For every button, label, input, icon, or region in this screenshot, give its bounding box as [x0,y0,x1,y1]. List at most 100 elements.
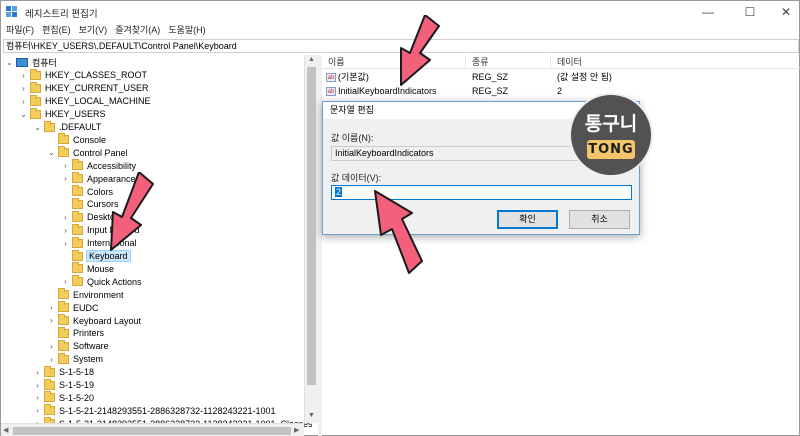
tree-item[interactable]: Mouse [61,262,114,275]
window-title: 레지스트리 편집기 [25,9,98,20]
tree-item-label: S-1-5-20 [59,392,95,403]
tree-item[interactable]: › HKEY_CLASSES_ROOT [19,68,148,82]
folder-icon [72,172,83,184]
tree-item-label: 컴퓨터 [32,58,57,68]
annotation-arrow-keyboard-icon [110,172,154,251]
folder-icon [44,404,55,416]
expand-chevron-icon[interactable]: › [33,368,42,377]
value-data: 2 [557,86,563,96]
tree-item[interactable]: › Accessibility [61,159,136,172]
tree-item-label: HKEY_CURRENT_USER [45,83,149,94]
ok-button[interactable]: 확인 [497,210,558,229]
cancel-button[interactable]: 취소 [569,210,630,229]
expand-chevron-icon[interactable]: › [19,84,28,93]
folder-icon [72,275,83,287]
collapse-chevron-icon[interactable]: ⌄ [33,123,42,132]
string-value-icon: ab [326,87,336,97]
tree-item-label: S-1-5-18 [59,367,95,378]
tree-item-label: Console [73,134,107,145]
tree-item[interactable]: › Keyboard Layout [47,314,141,327]
tree-item[interactable]: Console [47,133,106,146]
folder-icon [58,314,69,325]
folder-icon [58,288,69,300]
expand-chevron-icon[interactable]: › [61,174,70,183]
expand-chevron-icon[interactable]: › [19,71,28,80]
expand-chevron-icon[interactable]: › [19,97,28,106]
scroll-up-icon[interactable]: ▲ [308,56,315,63]
registry-app-icon [6,6,17,17]
tree-item-label: HKEY_CLASSES_ROOT [45,70,148,81]
tree-item[interactable]: Environment [47,288,124,301]
tree-item[interactable]: ⌄ 컴퓨터 [5,56,57,69]
expand-chevron-icon[interactable]: › [61,239,70,248]
value-data: (값 설정 안 됨) [557,72,612,82]
scroll-down-icon[interactable]: ▼ [308,412,315,419]
string-value-icon: ab [326,73,336,83]
expand-chevron-icon[interactable]: › [47,316,56,325]
expand-chevron-icon[interactable]: › [61,226,70,235]
tree-item[interactable]: › Software [47,339,109,353]
tree-item[interactable]: › EUDC [47,301,99,314]
expand-chevron-icon[interactable]: › [33,393,42,402]
tree-item[interactable]: › S-1-5-19 [33,378,95,392]
tree-item[interactable]: ⌄ HKEY_USERS [19,107,106,121]
tree-item-label: .DEFAULT [59,122,102,132]
expand-chevron-icon[interactable]: › [61,161,70,170]
tree-item[interactable]: › HKEY_LOCAL_MACHINE [19,94,151,108]
maximize-button[interactable]: ☐ [735,1,765,22]
tree-item[interactable]: › Quick Actions [61,275,142,288]
column-header-type[interactable]: 종류 [466,55,551,69]
minimize-button[interactable]: — [693,1,723,22]
annotation-arrow-data-field-icon [374,190,423,274]
tree-item[interactable]: › System [47,352,103,366]
tree-item[interactable]: › S-1-5-20 [33,391,94,404]
value-name-cell: ab (기본값) [326,71,369,83]
folder-icon [58,146,69,158]
tree-item-label: Mouse [87,263,115,274]
expand-chevron-icon[interactable]: › [61,277,70,286]
value-type: REG_SZ [472,72,509,82]
tree-item[interactable]: Printers [47,326,104,340]
collapse-chevron-icon[interactable]: ⌄ [19,110,28,119]
expand-chevron-icon[interactable]: › [33,381,42,390]
folder-icon [44,378,55,390]
folder-icon [30,94,41,106]
menu-favorites[interactable]: 즐겨찾기(A) [115,22,160,38]
tree-item[interactable]: ⌄ Control Panel [47,146,128,159]
folder-icon [72,236,83,248]
menu-edit[interactable]: 편집(E) [42,22,71,38]
collapse-chevron-icon[interactable]: ⌄ [5,58,14,67]
tree-item[interactable]: › HKEY_CURRENT_USER [19,81,149,95]
tree-item-label: Environment [73,289,124,300]
folder-icon [58,339,69,351]
expand-chevron-icon[interactable]: › [47,303,56,312]
expand-chevron-icon[interactable]: › [47,355,56,364]
tree-item-label: HKEY_USERS [45,109,106,120]
expand-chevron-icon[interactable]: › [47,342,56,351]
menu-help[interactable]: 도움말(H) [168,22,205,38]
folder-icon [44,365,55,377]
tree-horizontal-scroll-thumb[interactable] [13,427,291,435]
tree-vertical-scrollbar[interactable]: ▲ ▼ [304,55,318,423]
tree-horizontal-scrollbar[interactable]: ◀ ▶ [1,423,304,436]
expand-chevron-icon[interactable]: › [61,213,70,222]
tree-item[interactable]: › S-1-5-21-2148293551-2886328732-11282432… [33,404,276,417]
expand-chevron-icon[interactable]: › [33,406,42,415]
scroll-left-icon[interactable]: ◀ [3,426,8,434]
folder-icon [72,249,83,261]
column-header-data[interactable]: 데이터 [551,55,800,69]
folder-icon [44,391,55,403]
menu-file[interactable]: 파일(F) [6,22,34,38]
tree-item-label: S-1-5-19 [59,380,95,390]
folder-icon [30,107,41,119]
collapse-chevron-icon[interactable]: ⌄ [47,148,56,157]
tree-item-label: Software [73,341,109,352]
tree-item[interactable]: ⌄ .DEFAULT [33,120,102,134]
value-name-label: 값 이름(N): [331,133,374,143]
scroll-right-icon[interactable]: ▶ [294,426,299,434]
menu-view[interactable]: 보기(V) [79,22,108,38]
folder-icon [58,352,69,364]
tree-item[interactable]: › S-1-5-18 [33,365,95,379]
close-button[interactable]: ✕ [771,1,800,22]
tree-vertical-scroll-thumb[interactable] [307,67,316,385]
